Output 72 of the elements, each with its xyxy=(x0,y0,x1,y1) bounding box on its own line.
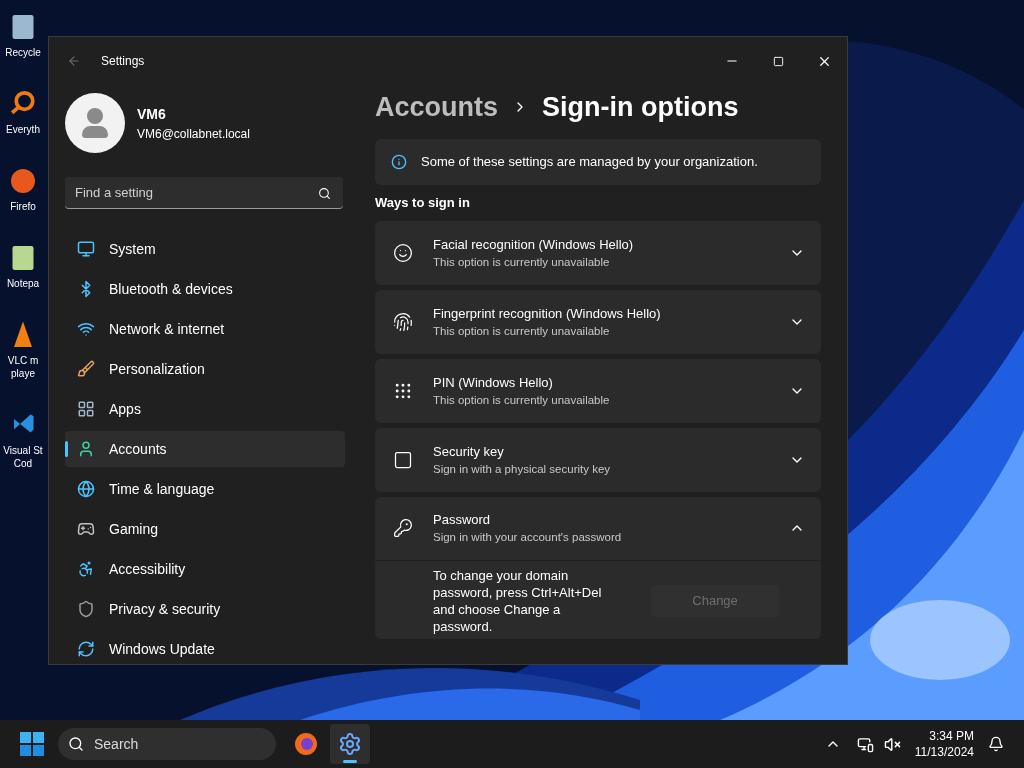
globe-icon xyxy=(77,480,95,498)
nav-item[interactable]: Accessibility xyxy=(65,551,345,587)
nav-item[interactable]: Apps xyxy=(65,391,345,427)
user-name: VM6 xyxy=(137,104,167,124)
search-icon xyxy=(68,736,84,752)
back-icon[interactable] xyxy=(67,54,81,68)
taskbar-app[interactable] xyxy=(330,724,370,764)
option-subtitle: This option is currently unavailable xyxy=(433,392,611,408)
monitor-icon xyxy=(77,240,95,258)
nav-item[interactable]: Personalization xyxy=(65,351,345,387)
fingerprint-icon xyxy=(393,311,413,332)
find-setting-field[interactable]: Find a setting xyxy=(65,177,343,209)
desktop-icon-label: Firefo xyxy=(10,200,36,213)
option-header[interactable]: PIN (Windows Hello) This option is currently unavailable xyxy=(375,358,821,423)
key-icon xyxy=(393,518,413,538)
desktop-icon-label: Recycle xyxy=(5,46,41,59)
desktop-icon-label: Cod xyxy=(13,457,33,470)
option-subtitle: This option is currently unavailable xyxy=(433,323,611,339)
speaker-muted-icon[interactable] xyxy=(883,735,901,753)
nav-item[interactable]: Network & internet xyxy=(65,311,345,347)
option-subtitle: Sign in with your account's password xyxy=(433,530,623,545)
smiley-icon xyxy=(393,242,413,263)
shield-icon xyxy=(77,600,95,618)
nav-item[interactable]: Accounts xyxy=(65,431,345,467)
maximize-icon xyxy=(772,55,784,67)
nav-item[interactable]: Privacy & security xyxy=(65,591,345,627)
person-icon xyxy=(77,440,95,458)
gamepad-icon xyxy=(77,520,95,538)
option-title: Facial recognition (Windows Hello) xyxy=(433,235,635,254)
desktop-icon-label: Everyth xyxy=(6,123,40,136)
desktop-icon-label: Visual St xyxy=(3,444,43,457)
desktop-icon-label: playe xyxy=(11,367,35,380)
option-subtitle: This option is currently unavailable xyxy=(433,254,611,270)
section-heading: Ways to sign in xyxy=(375,194,471,212)
nav-item[interactable]: Time & language xyxy=(65,471,345,507)
nav-item[interactable]: Gaming xyxy=(65,511,345,547)
option-header[interactable]: Fingerprint recognition (Windows Hello) This option is currently unavailable xyxy=(375,289,821,354)
breadcrumb-link[interactable]: Accounts xyxy=(375,86,499,128)
clock-date: 11/13/2024 xyxy=(914,744,974,760)
avatar xyxy=(65,93,125,153)
taskbar-search-field[interactable]: Search xyxy=(58,728,276,760)
desktop-icon-label: VLC m xyxy=(7,354,39,367)
option-title: Security key xyxy=(433,442,505,461)
brush-icon xyxy=(77,360,95,378)
option-title: Fingerprint recognition (Windows Hello) xyxy=(433,304,662,323)
option-title: PIN (Windows Hello) xyxy=(433,373,554,392)
user-email: VM6@collabnet.local xyxy=(137,125,250,143)
refresh-icon xyxy=(77,640,95,658)
option-title: Password xyxy=(433,511,492,529)
desktop-icon-label: Notepa xyxy=(6,277,40,290)
network-icon[interactable] xyxy=(856,735,874,753)
clock[interactable]: 3:34 PM 11/13/2024 xyxy=(914,728,974,760)
apps-icon xyxy=(77,400,95,418)
nav-item[interactable]: System xyxy=(65,231,345,267)
option-subtitle: Sign in with a physical security key xyxy=(433,461,612,477)
gear-icon xyxy=(338,732,362,756)
wifi-icon xyxy=(77,320,95,338)
nav-item[interactable]: Windows Update xyxy=(65,631,345,664)
option-header[interactable]: Password Sign in with your account's password xyxy=(375,496,821,561)
info-text: Some of these settings are managed by your organization. xyxy=(421,153,758,172)
info-icon xyxy=(391,154,407,170)
option-description: To change your domain password, press Ctrl+Alt+Del and choose Change a password. xyxy=(433,566,603,635)
clock-time: 3:34 PM xyxy=(929,728,974,744)
search-icon xyxy=(318,187,331,200)
start-icon[interactable] xyxy=(20,732,44,756)
page-title: Sign-in options xyxy=(542,90,739,124)
window-title: Settings xyxy=(101,53,145,70)
bell-icon[interactable] xyxy=(988,736,1004,752)
option-header[interactable]: Security key Sign in with a physical security key xyxy=(375,427,821,492)
accessibility-icon xyxy=(77,560,95,578)
option-header[interactable]: Facial recognition (Windows Hello) This option is currently unavailable xyxy=(375,220,821,285)
nav-item[interactable]: Bluetooth & devices xyxy=(65,271,345,307)
